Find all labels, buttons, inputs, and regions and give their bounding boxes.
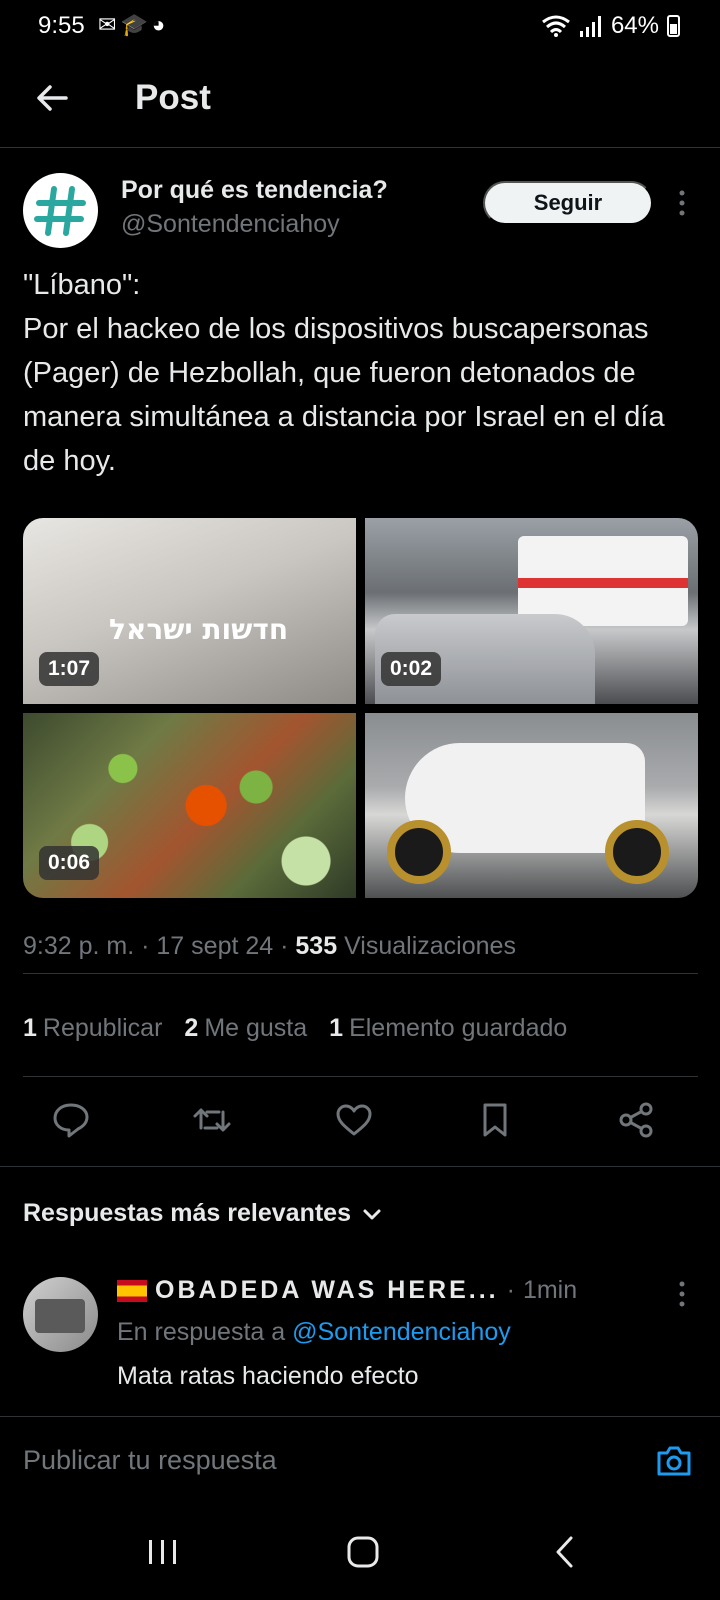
app-icon: ◕	[151, 12, 166, 37]
reposts-label: Republicar	[42, 1014, 163, 1042]
video-thumbnail-1[interactable]: חדשות ישראל 1:07	[23, 518, 356, 704]
likes-stat[interactable]: 2 Me gusta	[184, 1014, 307, 1043]
meta-separator: ·	[141, 932, 157, 960]
share-icon[interactable]	[616, 1100, 656, 1140]
media-grid: חדשות ישראל 1:07 0:02 0:06	[23, 518, 698, 898]
reply-composer	[0, 1416, 720, 1503]
reply-header: OBADEDA WAS HERE... · 1min	[117, 1276, 577, 1305]
ambulance-image	[518, 536, 688, 626]
meta-separator: ·	[280, 932, 296, 960]
author-name[interactable]: Por qué es tendencia?	[121, 176, 388, 205]
views-label: Visualizaciones	[344, 932, 516, 960]
bookmarks-count: 1	[329, 1014, 344, 1042]
status-time: 9:55	[38, 12, 85, 39]
author-avatar[interactable]	[23, 173, 98, 248]
bookmarks-label: Elemento guardado	[349, 1014, 568, 1042]
video-overlay-text: חדשות ישראל	[109, 613, 289, 646]
recent-apps-icon[interactable]	[143, 1532, 183, 1572]
section-divider	[0, 1166, 720, 1167]
reply-input[interactable]	[23, 1417, 623, 1503]
reply-time: 1min	[522, 1276, 578, 1304]
image-thumbnail-4[interactable]	[365, 713, 698, 898]
system-nav-bar	[0, 1502, 720, 1600]
battery-icon	[667, 15, 680, 37]
post-meta: 9:32 p. m. · 17 sept 24 · 535 Visualizac…	[23, 932, 516, 961]
more-options-icon[interactable]	[674, 190, 690, 216]
reply-more-options-icon[interactable]	[674, 1281, 690, 1307]
post-time: 9:32 p. m.	[23, 932, 135, 960]
home-icon[interactable]	[343, 1532, 383, 1572]
replies-sort-label: Respuestas más relevantes	[23, 1199, 351, 1227]
reply-prefix: En respuesta a	[117, 1318, 286, 1346]
video-thumbnail-3[interactable]: 0:06	[23, 713, 356, 898]
like-icon[interactable]	[334, 1100, 374, 1140]
bookmarks-stat[interactable]: 1 Elemento guardado	[329, 1014, 567, 1043]
replies-sort-dropdown[interactable]: Respuestas más relevantes	[23, 1199, 383, 1228]
signal-icon	[579, 16, 601, 37]
reply-handle-link[interactable]: @Sontendenciahoy	[292, 1318, 511, 1346]
status-right: 64%	[541, 12, 680, 40]
likes-label: Me gusta	[204, 1014, 308, 1042]
battery-percent: 64%	[610, 12, 659, 39]
views-count: 535	[295, 932, 338, 960]
post-stats: 1 Republicar 2 Me gusta 1 Elemento guardado	[23, 1014, 567, 1043]
video-duration: 1:07	[39, 652, 100, 686]
bookmark-icon[interactable]	[475, 1100, 515, 1140]
reply-icon[interactable]	[51, 1100, 91, 1140]
post-date: 17 sept 24	[156, 932, 274, 960]
post-text: "Líbano": Por el hackeo de los dispositi…	[23, 269, 665, 477]
status-bar: 9:55 ✉ 🎓 ◕ 64%	[0, 0, 720, 52]
chevron-down-icon	[363, 1209, 381, 1219]
top-bar: Post	[0, 52, 720, 148]
spain-flag-icon	[117, 1279, 147, 1302]
author-handle[interactable]: @Sontendenciahoy	[121, 210, 340, 239]
scooter-wheel	[605, 820, 669, 884]
camera-icon[interactable]	[654, 1441, 694, 1481]
follow-button[interactable]: Seguir	[483, 181, 653, 225]
reply-context: En respuesta a @Sontendenciahoy	[117, 1318, 511, 1347]
reposts-count: 1	[23, 1014, 37, 1042]
action-bar	[0, 1076, 720, 1166]
reply-author-name[interactable]: OBADEDA WAS HERE...	[155, 1276, 499, 1305]
gmail-icon: ✉	[98, 12, 117, 37]
reply-separator: ·	[506, 1276, 515, 1304]
reply-text: Mata ratas haciendo efecto	[117, 1362, 419, 1390]
video-thumbnail-2[interactable]: 0:02	[365, 518, 698, 704]
hashtag-icon	[33, 185, 86, 236]
scooter-wheel	[387, 820, 451, 884]
page-title: Post	[135, 78, 211, 117]
notification-icons: ✉ 🎓 ◕	[98, 12, 165, 38]
back-arrow-icon[interactable]	[32, 78, 72, 118]
wifi-icon	[542, 15, 570, 37]
divider	[23, 973, 698, 974]
reply-avatar[interactable]	[23, 1277, 98, 1352]
graduation-icon: 🎓	[120, 12, 148, 37]
repost-icon[interactable]	[192, 1100, 232, 1140]
video-duration: 0:02	[381, 652, 442, 686]
likes-count: 2	[184, 1014, 199, 1042]
reposts-stat[interactable]: 1 Republicar	[23, 1014, 162, 1043]
video-duration: 0:06	[39, 846, 100, 880]
back-nav-icon[interactable]	[546, 1532, 586, 1572]
